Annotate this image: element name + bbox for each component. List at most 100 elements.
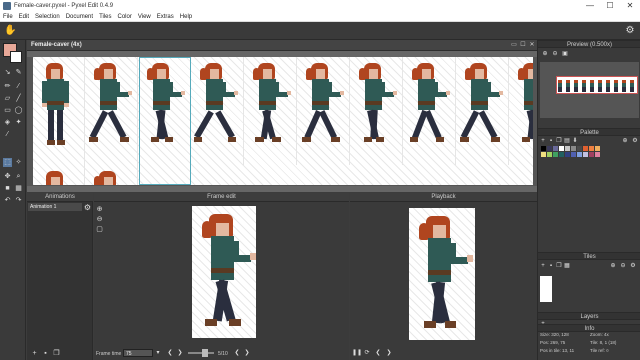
pause-icon[interactable]: ❚❚	[352, 349, 362, 357]
settings-gear-icon[interactable]: ⚙	[624, 25, 636, 37]
prev-frame-icon[interactable]: ❮	[166, 349, 174, 357]
palette-zoom-icon[interactable]: ⊕	[621, 137, 629, 145]
palette-down-icon[interactable]: ⬇	[571, 137, 579, 145]
tiles-add-icon[interactable]: +	[539, 262, 547, 270]
palette-swatches[interactable]	[541, 146, 636, 158]
sprite-frame[interactable]	[192, 57, 244, 165]
palette-swatch[interactable]	[589, 146, 594, 151]
frame-zoom-out-icon[interactable]: ⊖	[95, 215, 104, 224]
frame-time-dropdown-icon[interactable]: ▾	[154, 349, 162, 357]
preview-area[interactable]	[540, 62, 639, 118]
pencil-icon[interactable]: ✏	[3, 82, 12, 91]
ellipse-icon[interactable]: ◯	[14, 106, 23, 115]
preview-zoom-out-icon[interactable]: ⊖	[551, 50, 559, 58]
rectangle-icon[interactable]: ▭	[3, 106, 12, 115]
palette-copy-icon[interactable]: ❐	[555, 137, 563, 145]
menu-help[interactable]: Help	[180, 14, 192, 20]
palette-swatch[interactable]	[559, 146, 564, 151]
frame-slider-handle[interactable]	[202, 349, 208, 357]
undo-icon[interactable]: ↶	[3, 196, 12, 205]
close-button[interactable]: ✕	[620, 0, 640, 12]
eraser-icon[interactable]: ▱	[3, 94, 12, 103]
sprite-frame-row2[interactable]	[86, 165, 138, 185]
tiles-zoom-in-icon[interactable]: ⊕	[609, 262, 617, 270]
tile-square-icon[interactable]: ■	[3, 184, 12, 193]
frame-time-input[interactable]: 75	[123, 349, 153, 357]
sprite-frame[interactable]	[510, 57, 533, 165]
sprite-frame[interactable]	[245, 57, 297, 165]
sprite-frame[interactable]	[86, 57, 138, 165]
next-frame-icon[interactable]: ❯	[176, 349, 184, 357]
menu-document[interactable]: Document	[66, 14, 93, 20]
tile-slot[interactable]	[540, 276, 552, 302]
frame-onion-icon[interactable]: ▢	[95, 225, 104, 234]
animation-list-item[interactable]: Animation 1	[28, 203, 82, 211]
secondary-color-swatch[interactable]	[10, 51, 22, 63]
palette-swatch[interactable]	[577, 146, 582, 151]
playback-next-icon[interactable]: ❯	[385, 349, 393, 357]
tiles-settings-gear-icon[interactable]: ⚙	[629, 262, 637, 270]
sprite-frame[interactable]	[404, 57, 456, 165]
delete-animation-icon[interactable]: ▪	[41, 349, 50, 358]
palette-swatch[interactable]	[547, 152, 552, 157]
replace-color-icon[interactable]: ✦	[14, 118, 23, 127]
animation-settings-gear-icon[interactable]: ⚙	[83, 203, 92, 212]
duplicate-animation-icon[interactable]: ❐	[52, 349, 61, 358]
palette-swatch[interactable]	[589, 152, 594, 157]
redo-icon[interactable]: ↷	[14, 196, 23, 205]
palette-swatch[interactable]	[595, 152, 600, 157]
menu-color[interactable]: Color	[118, 14, 132, 20]
tiles-delete-icon[interactable]: ▪	[547, 262, 555, 270]
palette-delete-icon[interactable]: ▪	[547, 137, 555, 145]
sprite-canvas[interactable]	[33, 57, 533, 185]
palette-swatch[interactable]	[547, 146, 552, 151]
preview-fit-icon[interactable]: ▣	[561, 50, 569, 58]
line-icon[interactable]: ╱	[14, 94, 23, 103]
add-animation-icon[interactable]: +	[30, 349, 39, 358]
palette-swatch[interactable]	[571, 152, 576, 157]
frame-next-small-icon[interactable]: ❯	[243, 349, 251, 357]
playback-prev-icon[interactable]: ❮	[374, 349, 382, 357]
loop-icon[interactable]: ⟳	[363, 349, 371, 357]
preview-zoom-in-icon[interactable]: ⊕	[541, 50, 549, 58]
palette-swatch[interactable]	[541, 152, 546, 157]
color-picker-icon[interactable]: ⁄	[3, 130, 12, 139]
fill-icon[interactable]: ◈	[3, 118, 12, 127]
palette-swatch[interactable]	[577, 152, 582, 157]
doc-minimize-icon[interactable]: ▭	[510, 41, 518, 49]
palette-paste-icon[interactable]: ▤	[563, 137, 571, 145]
frame-prev-small-icon[interactable]: ❮	[233, 349, 241, 357]
zoom-icon[interactable]: ⌕	[14, 172, 23, 181]
tiles-grid-icon[interactable]: ▦	[563, 262, 571, 270]
menu-file[interactable]: File	[3, 14, 13, 20]
sprite-frame[interactable]	[298, 57, 350, 165]
palette-swatch[interactable]	[553, 146, 558, 151]
frame-slider-track[interactable]	[188, 352, 214, 354]
palette-swatch[interactable]	[559, 152, 564, 157]
menu-tiles[interactable]: Tiles	[99, 14, 111, 20]
menu-extras[interactable]: Extras	[157, 14, 174, 20]
palette-swatch[interactable]	[541, 146, 546, 151]
minimize-button[interactable]: —	[580, 0, 600, 12]
palette-swatch[interactable]	[565, 146, 570, 151]
maximize-button[interactable]: ☐	[600, 0, 620, 12]
palette-add-icon[interactable]: +	[539, 137, 547, 145]
palette-swatch[interactable]	[583, 146, 588, 151]
menu-selection[interactable]: Selection	[35, 14, 60, 20]
magic-wand-icon[interactable]: ✧	[14, 158, 23, 167]
frame-zoom-in-icon[interactable]: ⊕	[95, 205, 104, 214]
swap-colors-icon[interactable]: ↘	[3, 68, 12, 77]
frame-edit-canvas[interactable]	[192, 206, 257, 338]
palette-swatch[interactable]	[595, 146, 600, 151]
tile-grid-icon[interactable]: ▦	[14, 184, 23, 193]
sprite-frame[interactable]	[351, 57, 403, 165]
menu-view[interactable]: View	[138, 14, 151, 20]
move-icon[interactable]: ✥	[3, 172, 12, 181]
select-icon[interactable]: ⬚	[3, 158, 12, 167]
brush-icon[interactable]: ⁄	[14, 82, 23, 91]
doc-close-icon[interactable]: ✕	[528, 41, 536, 49]
tiles-copy-icon[interactable]: ❐	[555, 262, 563, 270]
sprite-frame[interactable]	[457, 57, 509, 165]
palette-swatch[interactable]	[553, 152, 558, 157]
palette-swatch[interactable]	[571, 146, 576, 151]
